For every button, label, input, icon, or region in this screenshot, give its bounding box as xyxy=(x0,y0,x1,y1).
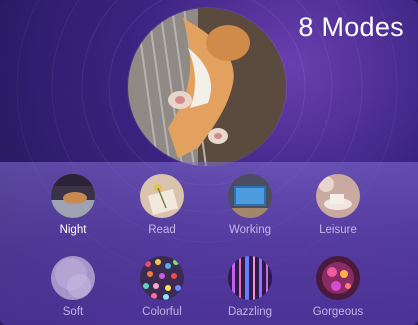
modes-screen: 8 Modes Night Read Working Leisure Soft … xyxy=(0,0,418,325)
soft-thumbnail xyxy=(51,256,95,300)
modes-panel: Night Read Working Leisure Soft Colorful… xyxy=(0,162,418,325)
mode-label: Night xyxy=(59,224,87,236)
dazzling-thumbnail xyxy=(228,256,272,300)
mode-dazzling[interactable]: Dazzling xyxy=(210,256,290,318)
page-title: 8 Modes xyxy=(298,12,404,42)
mode-night[interactable]: Night xyxy=(33,174,113,236)
working-thumbnail xyxy=(228,174,272,218)
mode-label: Working xyxy=(229,224,271,236)
hero-photo xyxy=(128,8,286,166)
mode-read[interactable]: Read xyxy=(122,174,202,236)
mode-working[interactable]: Working xyxy=(210,174,290,236)
gorgeous-thumbnail xyxy=(316,256,360,300)
mode-label: Gorgeous xyxy=(312,306,364,318)
read-thumbnail xyxy=(140,174,184,218)
mode-leisure[interactable]: Leisure xyxy=(298,174,378,236)
colorful-thumbnail xyxy=(140,256,184,300)
night-thumbnail xyxy=(51,174,95,218)
mode-colorful[interactable]: Colorful xyxy=(122,256,202,318)
mode-soft[interactable]: Soft xyxy=(33,256,113,318)
mode-label: Leisure xyxy=(319,224,357,236)
mode-label: Soft xyxy=(62,306,84,318)
leisure-thumbnail xyxy=(316,174,360,218)
mode-label: Dazzling xyxy=(227,306,273,318)
mode-label: Colorful xyxy=(142,306,182,318)
mode-gorgeous[interactable]: Gorgeous xyxy=(298,256,378,318)
mode-label: Read xyxy=(148,224,176,236)
